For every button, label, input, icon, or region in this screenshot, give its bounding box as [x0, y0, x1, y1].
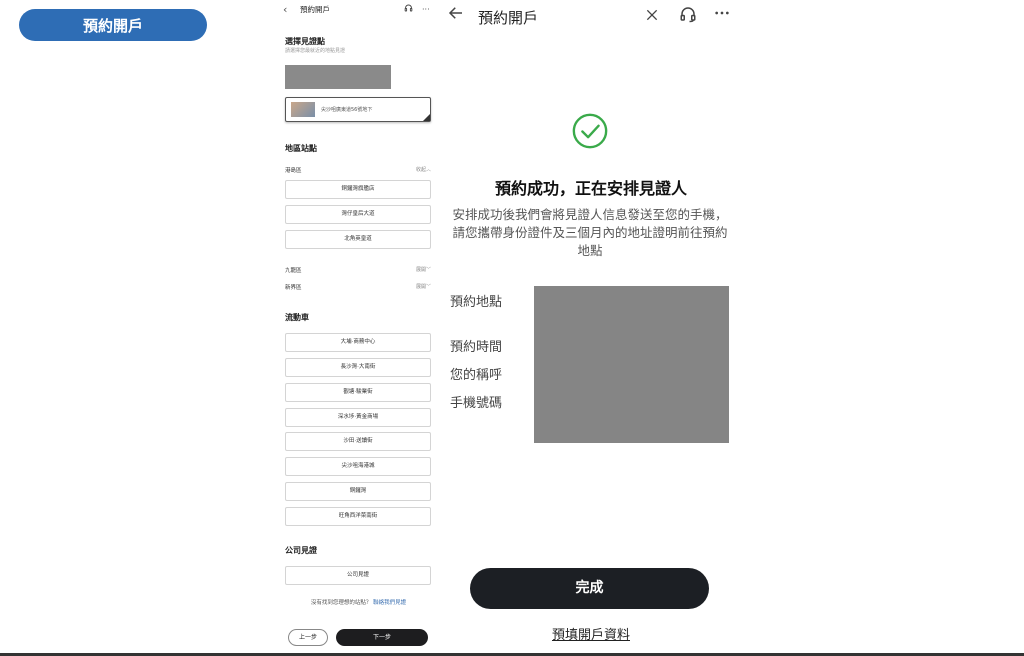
mobile-stop-option[interactable]: 旺角西洋菜南街 — [285, 507, 431, 526]
redacted-block — [285, 65, 391, 89]
back-arrow-icon[interactable] — [447, 3, 465, 29]
branch-card-text: 尖沙咀廣東道56號地下 — [321, 107, 373, 113]
done-button[interactable]: 完成 — [470, 568, 709, 609]
next-step-button[interactable]: 下一步 — [336, 629, 428, 646]
more-icon[interactable] — [714, 3, 730, 29]
mobile-stop-option[interactable]: 觀塘·駿業街 — [285, 383, 431, 402]
success-check-icon — [572, 113, 608, 149]
branch-option[interactable]: 灣仔皇后大道 — [285, 205, 431, 224]
close-icon[interactable] — [644, 3, 660, 29]
branch-option[interactable]: 銅鑼灣旗艦店 — [285, 180, 431, 199]
region-label: 港島區 — [285, 168, 302, 174]
redacted-details — [534, 286, 729, 443]
region-new-territories[interactable]: 新界區 展開﹀ — [285, 283, 431, 291]
region-label: 九龍區 — [285, 268, 302, 274]
mobile-stop-option[interactable]: 銅鑼灣 — [285, 482, 431, 501]
back-icon[interactable]: ‹ — [283, 3, 287, 17]
select-title: 選擇見證點 — [285, 37, 325, 46]
expand-toggle[interactable]: 展開﹀ — [416, 266, 431, 273]
branch-thumbnail — [291, 102, 315, 117]
selected-corner-icon — [423, 114, 430, 121]
page-title: 預約開戶 — [478, 9, 539, 27]
left-header: ‹ 預約開戶 ··· — [276, 3, 441, 17]
help-text: 沒有找到您理想的站點？ 聯絡我們見證 — [276, 598, 441, 606]
mobile-stop-option[interactable]: 大埔·商務中心 — [285, 333, 431, 352]
more-icon[interactable]: ··· — [422, 3, 430, 17]
headset-icon[interactable] — [404, 3, 413, 18]
prev-step-button[interactable]: 上一步 — [288, 629, 328, 646]
region-hk-island[interactable]: 港島區 收起︿ — [285, 166, 431, 174]
prefill-link[interactable]: 預填開戶資料 — [441, 624, 741, 643]
banner-pill: 預約開戶 — [19, 9, 207, 41]
select-subtitle: 請選擇您最就近的地點見證 — [285, 48, 346, 54]
success-description: 安排成功後我們會將見證人信息發送至您的手機，請您攜帶身份證件及三個月內的地址證明… — [452, 207, 728, 258]
mobile-stop-option[interactable]: 尖沙咀海港城 — [285, 457, 431, 476]
right-phone-screen: 預約開戶 預約成功，正在安排見證人 安排成功後我們會將見證人信息發送至您的手機，… — [441, 0, 741, 656]
mobile-stop-option[interactable]: 深水埗·黃金商場 — [285, 408, 431, 427]
company-witness-button[interactable]: 公司見證 — [285, 566, 431, 585]
phone-label: 手機號碼 — [450, 396, 503, 411]
collapse-toggle[interactable]: 收起︿ — [416, 166, 431, 173]
mobile-section-title: 流動車 — [285, 313, 309, 322]
branch-option[interactable]: 北角英皇道 — [285, 230, 431, 249]
region-kowloon[interactable]: 九龍區 展開﹀ — [285, 266, 431, 274]
location-label: 預約地點 — [450, 295, 503, 310]
help-prompt: 沒有找到您理想的站點？ — [310, 600, 372, 606]
contact-link[interactable]: 聯絡我們見證 — [373, 600, 406, 606]
left-phone-screen: ‹ 預約開戶 ··· 選擇見證點 請選擇您最就近的地點見證 尖沙咀廣東道56號地… — [276, 0, 441, 656]
headset-icon[interactable] — [679, 5, 699, 25]
name-label: 您的稱呼 — [450, 368, 503, 383]
success-heading: 預約成功，正在安排見證人 — [494, 179, 687, 198]
region-label: 新界區 — [285, 285, 302, 291]
time-label: 預約時間 — [450, 340, 503, 355]
mobile-stop-option[interactable]: 長沙灣·大南街 — [285, 358, 431, 377]
mobile-stop-option[interactable]: 沙田·送讀街 — [285, 432, 431, 451]
district-section-title: 地區站點 — [285, 144, 317, 153]
company-section-title: 公司見證 — [285, 546, 317, 555]
expand-toggle[interactable]: 展開﹀ — [416, 283, 431, 290]
page-title: 預約開戶 — [300, 5, 330, 14]
selected-branch-card[interactable]: 尖沙咀廣東道56號地下 — [285, 97, 431, 122]
